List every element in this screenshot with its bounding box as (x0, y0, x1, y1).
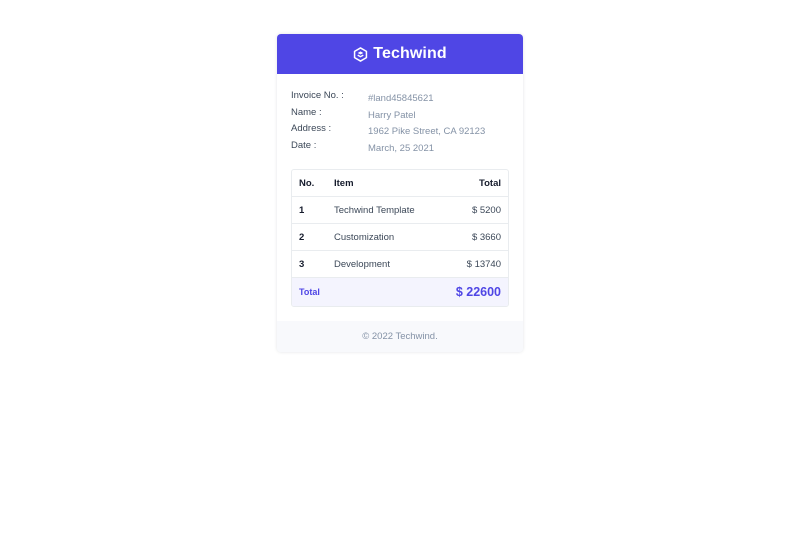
total-value: $ 22600 (438, 277, 508, 306)
date-label: Date : (291, 139, 317, 151)
row-number: 3 (292, 250, 327, 278)
techwind-logo-icon (354, 46, 368, 62)
invoice-table: No. Item Total 1 Techwind Template $ 520… (292, 170, 508, 306)
address-value: 1962 Pike Street, CA 92123 (368, 126, 486, 137)
column-header-total: Total (438, 170, 508, 197)
customer-name-value: Harry Patel (368, 109, 416, 121)
brand-name: Techwind (373, 45, 447, 62)
invoice-number-label: Invoice No. : (291, 90, 344, 101)
row-number: 2 (292, 223, 327, 251)
invoice-header: Techwind (277, 34, 523, 74)
table-row: 3 Development $ 13740 (292, 250, 508, 278)
total-label: Total (292, 277, 439, 306)
table-row: 1 Techwind Template $ 5200 (292, 196, 508, 224)
column-header-no: No. (292, 170, 327, 197)
column-header-item: Item (327, 170, 439, 197)
total-row: Total $ 22600 (292, 277, 508, 306)
table-row: 2 Customization $ 3660 (292, 223, 508, 251)
invoice-footer: © 2022 Techwind. (277, 321, 523, 352)
copyright-text: © 2022 Techwind. (362, 331, 438, 342)
date-row: Date : March, 25 2021 (291, 140, 509, 157)
address-row: Address : 1962 Pike Street, CA 92123 (291, 123, 509, 140)
invoice-number-row: Invoice No. : #land45845621 (291, 90, 509, 107)
row-total: $ 13740 (438, 250, 508, 278)
invoice-details: Invoice No. : #land45845621 Name : Harry… (277, 74, 523, 156)
row-item: Development (327, 250, 439, 278)
address-label: Address : (291, 123, 332, 134)
date-value: March, 25 2021 (368, 142, 435, 154)
invoice-number-value: #land45845621 (368, 93, 434, 104)
row-number: 1 (292, 196, 327, 224)
row-total: $ 5200 (438, 196, 508, 224)
table-header-row: No. Item Total (292, 170, 508, 197)
customer-name-label: Name : (291, 106, 322, 118)
invoice-table-container: No. Item Total 1 Techwind Template $ 520… (291, 169, 509, 307)
customer-name-row: Name : Harry Patel (291, 107, 509, 124)
invoice-card: Techwind Invoice No. : #land45845621 Nam… (277, 34, 523, 352)
row-total: $ 3660 (438, 223, 508, 251)
row-item: Customization (327, 223, 439, 251)
row-item: Techwind Template (327, 196, 439, 224)
